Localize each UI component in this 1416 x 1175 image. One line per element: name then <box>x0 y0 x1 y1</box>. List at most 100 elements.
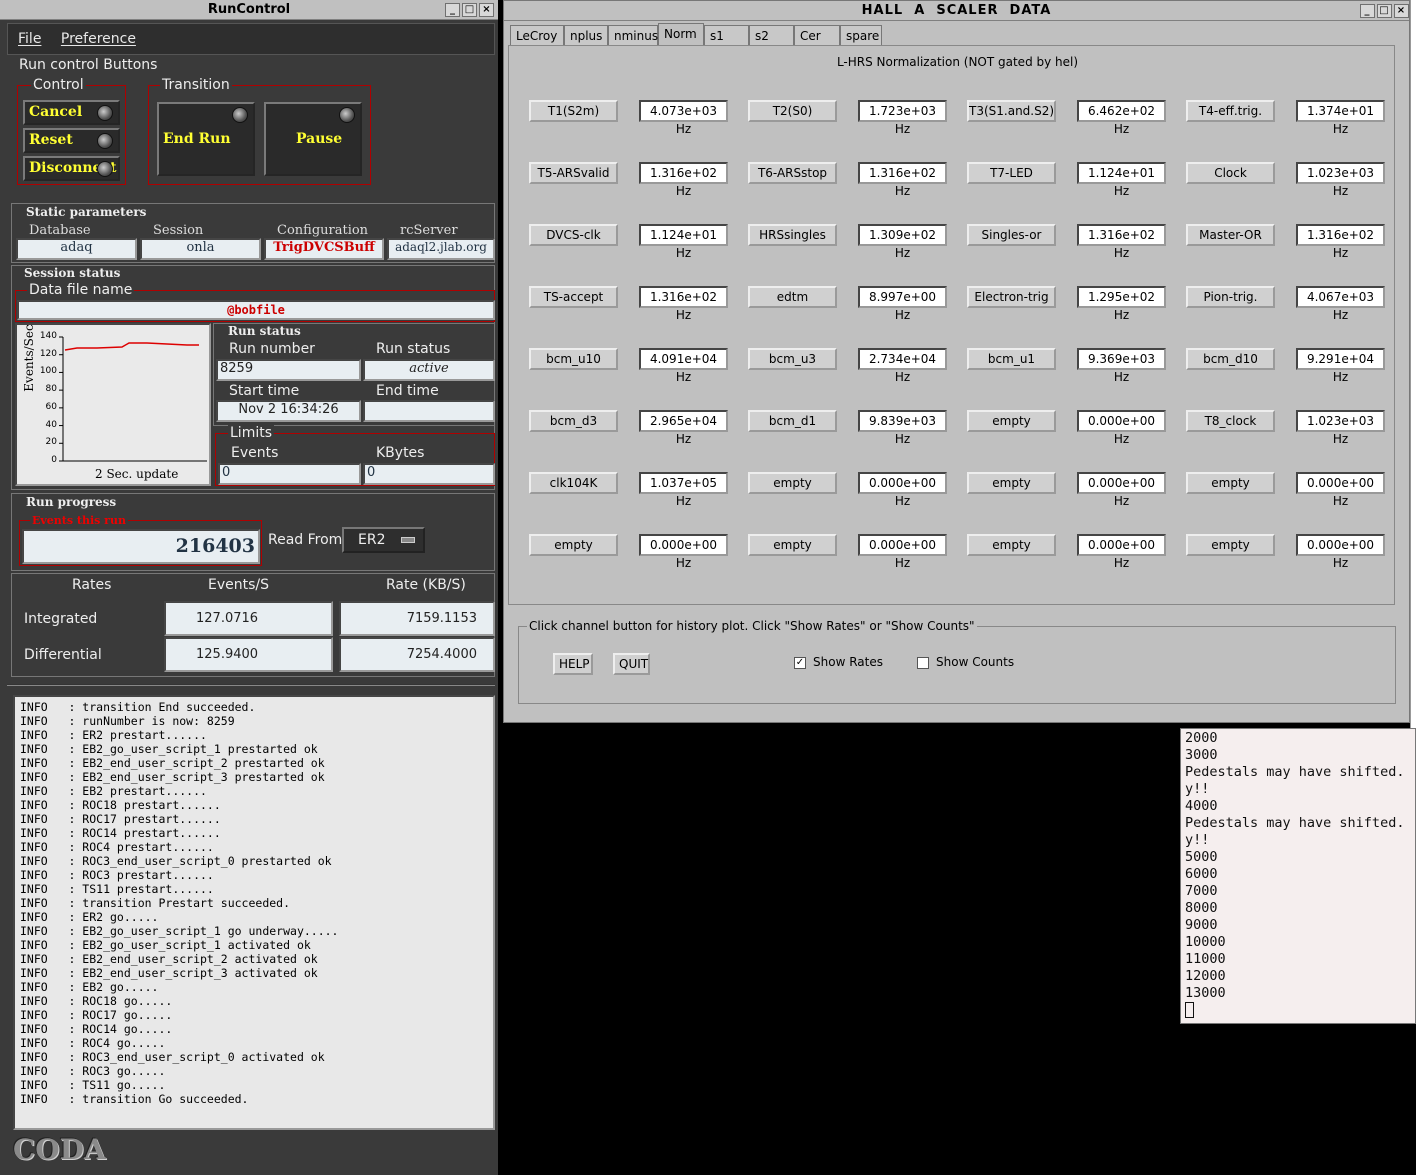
show-counts-checkbox[interactable] <box>917 657 929 669</box>
channel-button[interactable]: Electron-trig <box>967 286 1056 308</box>
pause-button[interactable]: Pause <box>264 102 362 176</box>
channel-button[interactable]: edtm <box>748 286 837 308</box>
menu-preference[interactable]: Preference <box>51 24 141 47</box>
channel-rate-value: 0.000e+00 Hz <box>1296 472 1385 508</box>
terminal-line: Pedestals may have shifted. <box>1185 764 1405 780</box>
tab-nplus[interactable]: nplus <box>564 25 608 45</box>
tab-s2[interactable]: s2 <box>749 25 794 45</box>
tab-norm[interactable]: Norm <box>658 23 704 45</box>
background-window-edge <box>1410 0 1416 728</box>
channel-button[interactable]: bcm_d10 <box>1186 348 1275 370</box>
read-from-select[interactable]: ER2 <box>342 527 425 553</box>
norm-panel <box>508 45 1395 605</box>
channel-button[interactable]: T2(S0) <box>748 100 837 122</box>
channel-button[interactable]: empty <box>967 410 1056 432</box>
channel-button[interactable]: T6-ARSstop <box>748 162 837 184</box>
channel-rate-value: 1.023e+03 Hz <box>1296 410 1385 446</box>
disconnect-button[interactable]: Disconnect <box>23 156 120 181</box>
events-limit-label: Events <box>231 445 279 461</box>
channel-button[interactable]: T4-eff.trig. <box>1186 100 1275 122</box>
led-icon <box>97 133 113 149</box>
tab-s1[interactable]: s1 <box>704 25 749 45</box>
channel-button[interactable]: empty <box>967 472 1056 494</box>
cancel-button[interactable]: Cancel <box>23 100 120 125</box>
tab-cer[interactable]: Cer <box>794 25 840 45</box>
minimize-icon[interactable]: _ <box>1360 4 1375 18</box>
channel-button[interactable]: T7-LED <box>967 162 1056 184</box>
channel-button[interactable]: empty <box>748 472 837 494</box>
channel-button[interactable]: empty <box>529 534 618 556</box>
start-time-label: Start time <box>229 383 300 399</box>
reset-button[interactable]: Reset <box>23 128 120 153</box>
tab-lecroy[interactable]: LeCroy <box>510 25 564 45</box>
dropdown-icon <box>401 537 415 543</box>
channel-button[interactable]: bcm_d3 <box>529 410 618 432</box>
channel-rate-value: 1.309e+02 Hz <box>858 224 947 260</box>
channel-button[interactable]: bcm_d1 <box>748 410 837 432</box>
channel-rate-value: 1.316e+02 Hz <box>1296 224 1385 260</box>
tab-spare[interactable]: spare <box>840 25 882 45</box>
channel-button[interactable]: empty <box>1186 472 1275 494</box>
channel-button[interactable]: bcm_u10 <box>529 348 618 370</box>
show-rates-checkbox[interactable]: ✓ <box>794 657 806 669</box>
channel-button[interactable]: bcm_u3 <box>748 348 837 370</box>
help-button[interactable]: HELP <box>553 653 593 675</box>
control-label: Control <box>31 77 86 93</box>
channel-button[interactable]: DVCS-clk <box>529 224 618 246</box>
channel-rate-value: 0.000e+00 Hz <box>1077 410 1166 446</box>
channel-button[interactable]: Master-OR <box>1186 224 1275 246</box>
limits-label: Limits <box>228 425 274 441</box>
runcontrol-titlebar: RunControl _ □ × <box>0 0 498 20</box>
start-time-value: Nov 2 16:34:26 <box>216 400 361 422</box>
channel-rate-value: 1.316e+02 Hz <box>858 162 947 198</box>
minimize-icon[interactable]: _ <box>445 3 460 17</box>
rate-kbs-header: Rate (KB/S) <box>386 577 466 593</box>
log-line: INFO : EB2_go_user_script_1 go underway.… <box>20 924 339 938</box>
pane-divider[interactable] <box>7 684 495 690</box>
end-run-button[interactable]: End Run <box>157 102 255 176</box>
channel-button[interactable]: T3(S1.and.S2) <box>967 100 1056 122</box>
channel-button[interactable]: T1(S2m) <box>529 100 618 122</box>
channel-button[interactable]: Clock <box>1186 162 1275 184</box>
channel-button[interactable]: Pion-trig. <box>1186 286 1275 308</box>
log-line: INFO : transition Go succeeded. <box>20 1092 249 1106</box>
terminal-window[interactable]: 2000 3000 Pedestals may have shifted. y!! 40… <box>1180 728 1416 1024</box>
runcontrol-title: RunControl <box>207 2 291 17</box>
channel-button[interactable]: T5-ARSvalid <box>529 162 618 184</box>
log-line: INFO : EB2_end_user_script_2 activated o… <box>20 952 318 966</box>
close-icon[interactable]: × <box>1394 4 1409 18</box>
log-line: INFO : EB2_end_user_script_3 activated o… <box>20 966 318 980</box>
channel-rate-value: 4.091e+04 Hz <box>639 348 728 384</box>
log-line: INFO : ROC3 prestart...... <box>20 868 214 882</box>
log-line: INFO : ROC17 prestart...... <box>20 812 221 826</box>
channel-rate-value: 1.316e+02 Hz <box>639 286 728 322</box>
events-limit-input[interactable]: 0 <box>218 463 361 485</box>
menu-file[interactable]: File <box>8 24 46 47</box>
terminal-line: 5000 <box>1185 849 1218 865</box>
log-line: INFO : TS11 prestart...... <box>20 882 214 896</box>
channel-button[interactable]: Singles-or <box>967 224 1056 246</box>
maximize-icon[interactable]: □ <box>462 3 477 17</box>
terminal-line: y!! <box>1185 781 1210 797</box>
close-icon[interactable]: × <box>479 3 494 17</box>
channel-button[interactable]: empty <box>1186 534 1275 556</box>
channel-button[interactable]: bcm_u1 <box>967 348 1056 370</box>
channel-button[interactable]: empty <box>748 534 837 556</box>
channel-rate-value: 1.723e+03 Hz <box>858 100 947 136</box>
channel-button[interactable]: HRSsingles <box>748 224 837 246</box>
channel-rate-value: 9.291e+04 Hz <box>1296 348 1385 384</box>
kbytes-limit-input[interactable]: 0 <box>363 463 495 485</box>
data-file-label: Data file name <box>27 282 135 298</box>
message-log[interactable]: INFO : transition End succeeded. INFO : r… <box>13 695 495 1130</box>
tab-nminus[interactable]: nminus <box>608 25 658 45</box>
quit-button[interactable]: QUIT <box>613 653 650 675</box>
plot-ytick-label: 20 <box>45 437 57 448</box>
channel-button[interactable]: clk104K <box>529 472 618 494</box>
channel-button[interactable]: TS-accept <box>529 286 618 308</box>
maximize-icon[interactable]: □ <box>1377 4 1392 18</box>
scaler-titlebar: HALL A SCALER DATA _ □ × <box>504 1 1409 21</box>
log-line: INFO : ROC14 go..... <box>20 1022 173 1036</box>
channel-button[interactable]: T8_clock <box>1186 410 1275 432</box>
kbytes-limit-label: KBytes <box>376 445 425 461</box>
channel-button[interactable]: empty <box>967 534 1056 556</box>
